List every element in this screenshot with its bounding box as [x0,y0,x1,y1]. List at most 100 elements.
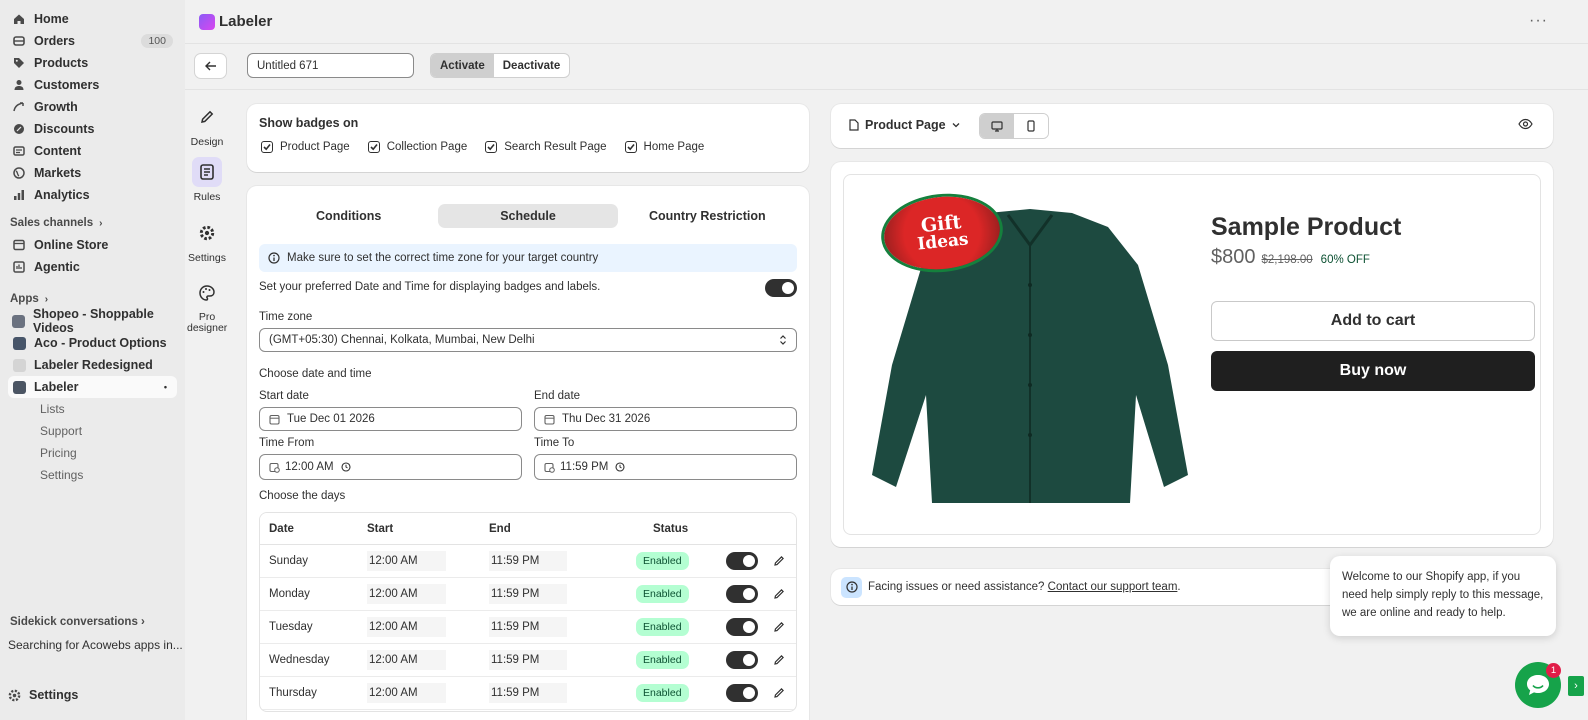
badge-page-options: Product Page Collection Page Search Resu… [261,141,722,153]
day-toggle[interactable] [726,552,758,570]
rail-rules[interactable]: Rules [185,157,229,203]
day-name: Wednesday [269,654,330,666]
sales-channels-header[interactable]: Sales channels › [8,212,177,234]
checkbox-product-page[interactable]: Product Page [261,141,350,153]
end-date-field[interactable]: Thu Dec 31 2026 [534,407,797,431]
device-toggle [979,113,1049,139]
nav-label: Labeler Redesigned [34,358,153,372]
page-type-select[interactable]: Product Page [849,118,960,132]
sidekick-header[interactable]: Sidekick conversations › [10,616,145,628]
day-toggle[interactable] [726,618,758,636]
time-from-field[interactable]: 12:00 AM [259,454,522,480]
nav-home[interactable]: Home [8,8,177,30]
discount-icon [12,122,26,136]
nav-sub-settings[interactable]: Settings [8,464,177,486]
start-time[interactable]: 12:00 AM [367,683,446,703]
timezone-select[interactable]: (GMT+05:30) Chennai, Kolkata, Mumbai, Ne… [259,328,797,352]
col-start: Start [367,522,394,535]
start-time[interactable]: 12:00 AM [367,551,446,571]
chat-welcome-message[interactable]: Welcome to our Shopify app, if you need … [1330,556,1556,636]
day-name: Tuesday [269,621,313,633]
rail-pro-designer[interactable]: Pro designer [185,278,229,334]
schedule-toggle[interactable] [765,279,797,297]
page-icon [849,119,859,131]
nav-settings[interactable]: Settings [8,688,78,702]
checkmark-icon [624,141,637,153]
shopeo-app-icon [12,314,25,328]
chevron-right-icon[interactable]: › [1568,676,1584,696]
mobile-view-button[interactable] [1014,114,1048,138]
checkbox-home-page[interactable]: Home Page [624,141,704,153]
nav-online-store[interactable]: Online Store [8,234,177,256]
info-icon [268,252,280,264]
day-name: Thursday [269,687,317,699]
edit-pencil-icon[interactable] [773,687,785,699]
nav-analytics[interactable]: Analytics [8,184,177,206]
end-time[interactable]: 11:59 PM [489,617,568,637]
nav-sub-lists[interactable]: Lists [8,398,177,420]
nav-discounts[interactable]: Discounts [8,118,177,140]
more-horizontal-icon[interactable]: ··· [1529,12,1548,30]
edit-pencil-icon[interactable] [773,555,785,567]
tab-conditions[interactable]: Conditions [259,204,438,228]
nav-app-labeler-redesigned[interactable]: Labeler Redesigned [8,354,177,376]
main-nav: Home Orders 100 Products Customers Growth… [8,8,177,206]
nav-agentic[interactable]: Agentic [8,256,177,278]
day-toggle[interactable] [726,651,758,669]
support-link[interactable]: Contact our support team [1048,581,1178,593]
start-date-field[interactable]: Tue Dec 01 2026 [259,407,522,431]
product-preview-frame: Gift Ideas Sample Product $800 $2,198.00… [843,174,1541,535]
eye-icon[interactable] [1518,118,1533,130]
growth-icon [12,100,26,114]
add-to-cart-button[interactable]: Add to cart [1211,301,1535,341]
checkbox-collection-page[interactable]: Collection Page [367,141,467,153]
start-time[interactable]: 12:00 AM [367,650,446,670]
rail-settings[interactable]: Settings [185,218,229,264]
start-time[interactable]: 12:00 AM [367,617,446,637]
nav-label: Online Store [34,238,109,252]
nav-orders[interactable]: Orders 100 [8,30,177,52]
end-time[interactable]: 11:59 PM [489,683,568,703]
desktop-view-button[interactable] [980,114,1014,138]
nav-app-labeler[interactable]: Labeler • [8,376,177,398]
activate-button[interactable]: Activate [431,54,494,77]
end-time[interactable]: 11:59 PM [489,650,568,670]
checkbox-search-result-page[interactable]: Search Result Page [485,141,607,153]
col-status: Status [653,522,689,535]
start-time[interactable]: 12:00 AM [367,584,446,604]
nav-markets[interactable]: Markets [8,162,177,184]
edit-pencil-icon[interactable] [773,621,785,633]
checkmark-icon [485,141,498,153]
back-button[interactable] [194,53,227,79]
sidekick-conversation-item[interactable]: Searching for Acowebs apps in... [8,638,183,652]
gear-icon [192,218,222,248]
deactivate-button[interactable]: Deactivate [494,54,570,77]
day-toggle[interactable] [726,684,758,702]
rail-design[interactable]: Design [185,102,229,148]
edit-pencil-icon[interactable] [773,588,785,600]
schedule-toggle-label: Set your preferred Date and Time for dis… [259,281,601,293]
tab-country-restriction[interactable]: Country Restriction [618,204,797,228]
nav-sub-pricing[interactable]: Pricing [8,442,177,464]
end-time[interactable]: 11:59 PM [489,551,568,571]
table-row: Thursday 12:00 AM 11:59 PM Enabled [260,677,796,710]
product-preview-card: Gift Ideas Sample Product $800 $2,198.00… [831,162,1553,547]
nav-growth[interactable]: Growth [8,96,177,118]
nav-app-shopeo[interactable]: Shopeo - Shoppable Videos [8,307,177,335]
time-to-field[interactable]: 11:59 PM [534,454,797,480]
buy-now-button[interactable]: Buy now [1211,351,1535,391]
edit-pencil-icon[interactable] [773,654,785,666]
app-title: Labeler [219,13,273,30]
label-name-input[interactable] [247,53,414,78]
table-row: Tuesday 12:00 AM 11:59 PM Enabled [260,611,796,644]
nav-sub-support[interactable]: Support [8,420,177,442]
nav-products[interactable]: Products [8,52,177,74]
nav-customers[interactable]: Customers [8,74,177,96]
tab-schedule[interactable]: Schedule [438,204,618,228]
day-name: Sunday [269,555,309,567]
end-time[interactable]: 11:59 PM [489,584,568,604]
day-toggle[interactable] [726,585,758,603]
nav-content[interactable]: Content [8,140,177,162]
status-badge: Enabled [636,684,689,702]
nav-app-aco[interactable]: Aco - Product Options [8,332,177,354]
